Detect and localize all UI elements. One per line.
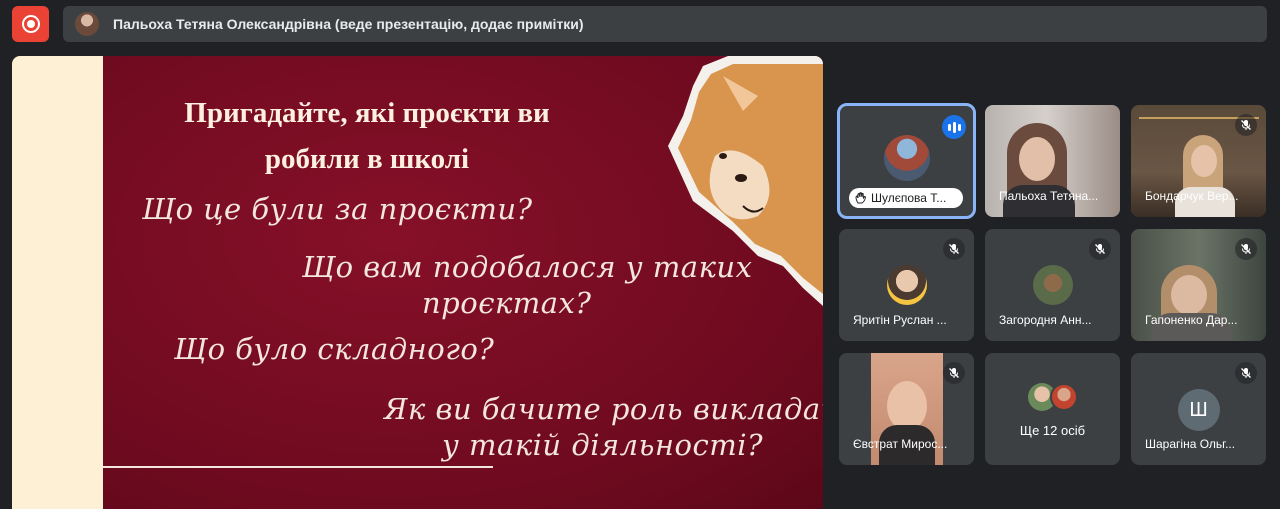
mic-off-icon [1089, 238, 1111, 260]
participant-name: Гапоненко Дар... [1145, 313, 1238, 327]
more-participants-label: Ще 12 осіб [1019, 423, 1086, 438]
participant-avatar [886, 265, 927, 305]
participant-letter-avatar: Ш [1177, 389, 1220, 431]
slide-question-4-cont: у такій діяльності? [442, 428, 764, 462]
mic-off-icon [1235, 238, 1257, 260]
slide-question-2-cont: проєктах? [422, 286, 592, 320]
participant-name: Загородня Анн... [999, 313, 1092, 327]
slide-question-3: Що було складного? [174, 332, 495, 366]
slide-title-line-2: робили в школі [264, 143, 470, 175]
mic-off-icon [1235, 362, 1257, 384]
participant-tile-9[interactable]: Ш Шарагіна Ольг... [1131, 353, 1266, 465]
slide-question-4: Як ви бачите роль викладача [384, 392, 823, 426]
slide-title-line-1: Пригадайте, які проєкти ви [184, 97, 550, 129]
participant-name: Бондарчук Вер... [1145, 189, 1239, 203]
participant-tile-7[interactable]: Євстрат Мирос... [839, 353, 974, 465]
doge-image [668, 56, 823, 306]
participant-tile-1[interactable]: Шулєпова Т... [837, 103, 976, 219]
mic-off-icon [943, 362, 965, 384]
speaking-icon [942, 115, 966, 139]
participant-avatar [883, 135, 930, 181]
participant-name: Яритін Руслан ... [853, 313, 947, 327]
record-icon [21, 15, 40, 33]
participant-tile-3[interactable]: Бондарчук Вер... [1131, 105, 1266, 217]
participant-tile-6[interactable]: Гапоненко Дар... [1131, 229, 1266, 341]
presenter-label: Пальоха Тетяна Олександрівна (веде презе… [113, 16, 584, 32]
participant-tile-2[interactable]: Пальоха Тетяна... [985, 105, 1120, 217]
slide-divider-line [103, 466, 493, 468]
participant-name: Шарагіна Ольг... [1145, 437, 1236, 451]
participant-name-chip: Шулєпова Т... [849, 188, 963, 208]
presenter-banner[interactable]: Пальоха Тетяна Олександрівна (веде презе… [63, 6, 1267, 42]
recording-button[interactable] [12, 6, 49, 42]
hand-icon [855, 192, 866, 204]
mic-off-icon [943, 238, 965, 260]
more-participants-tile[interactable]: Ще 12 осіб [985, 353, 1120, 465]
participant-name: Євстрат Мирос... [853, 437, 948, 451]
slide-title: Пригадайте, які проєкти ви робили в школ… [137, 90, 597, 182]
slide-question-1: Що це були за проєкти? [142, 192, 533, 226]
presentation-slide: Пригадайте, які проєкти ви робили в школ… [12, 56, 823, 509]
participant-name: Пальоха Тетяна... [999, 189, 1099, 203]
participant-avatar [1032, 265, 1073, 305]
participant-tile-4[interactable]: Яритін Руслан ... [839, 229, 974, 341]
presenter-avatar [75, 12, 99, 36]
participant-tile-5[interactable]: Загородня Анн... [985, 229, 1120, 341]
slide-accent-band [12, 56, 103, 509]
participant-avatar [1050, 383, 1078, 411]
mic-off-icon [1235, 114, 1257, 136]
